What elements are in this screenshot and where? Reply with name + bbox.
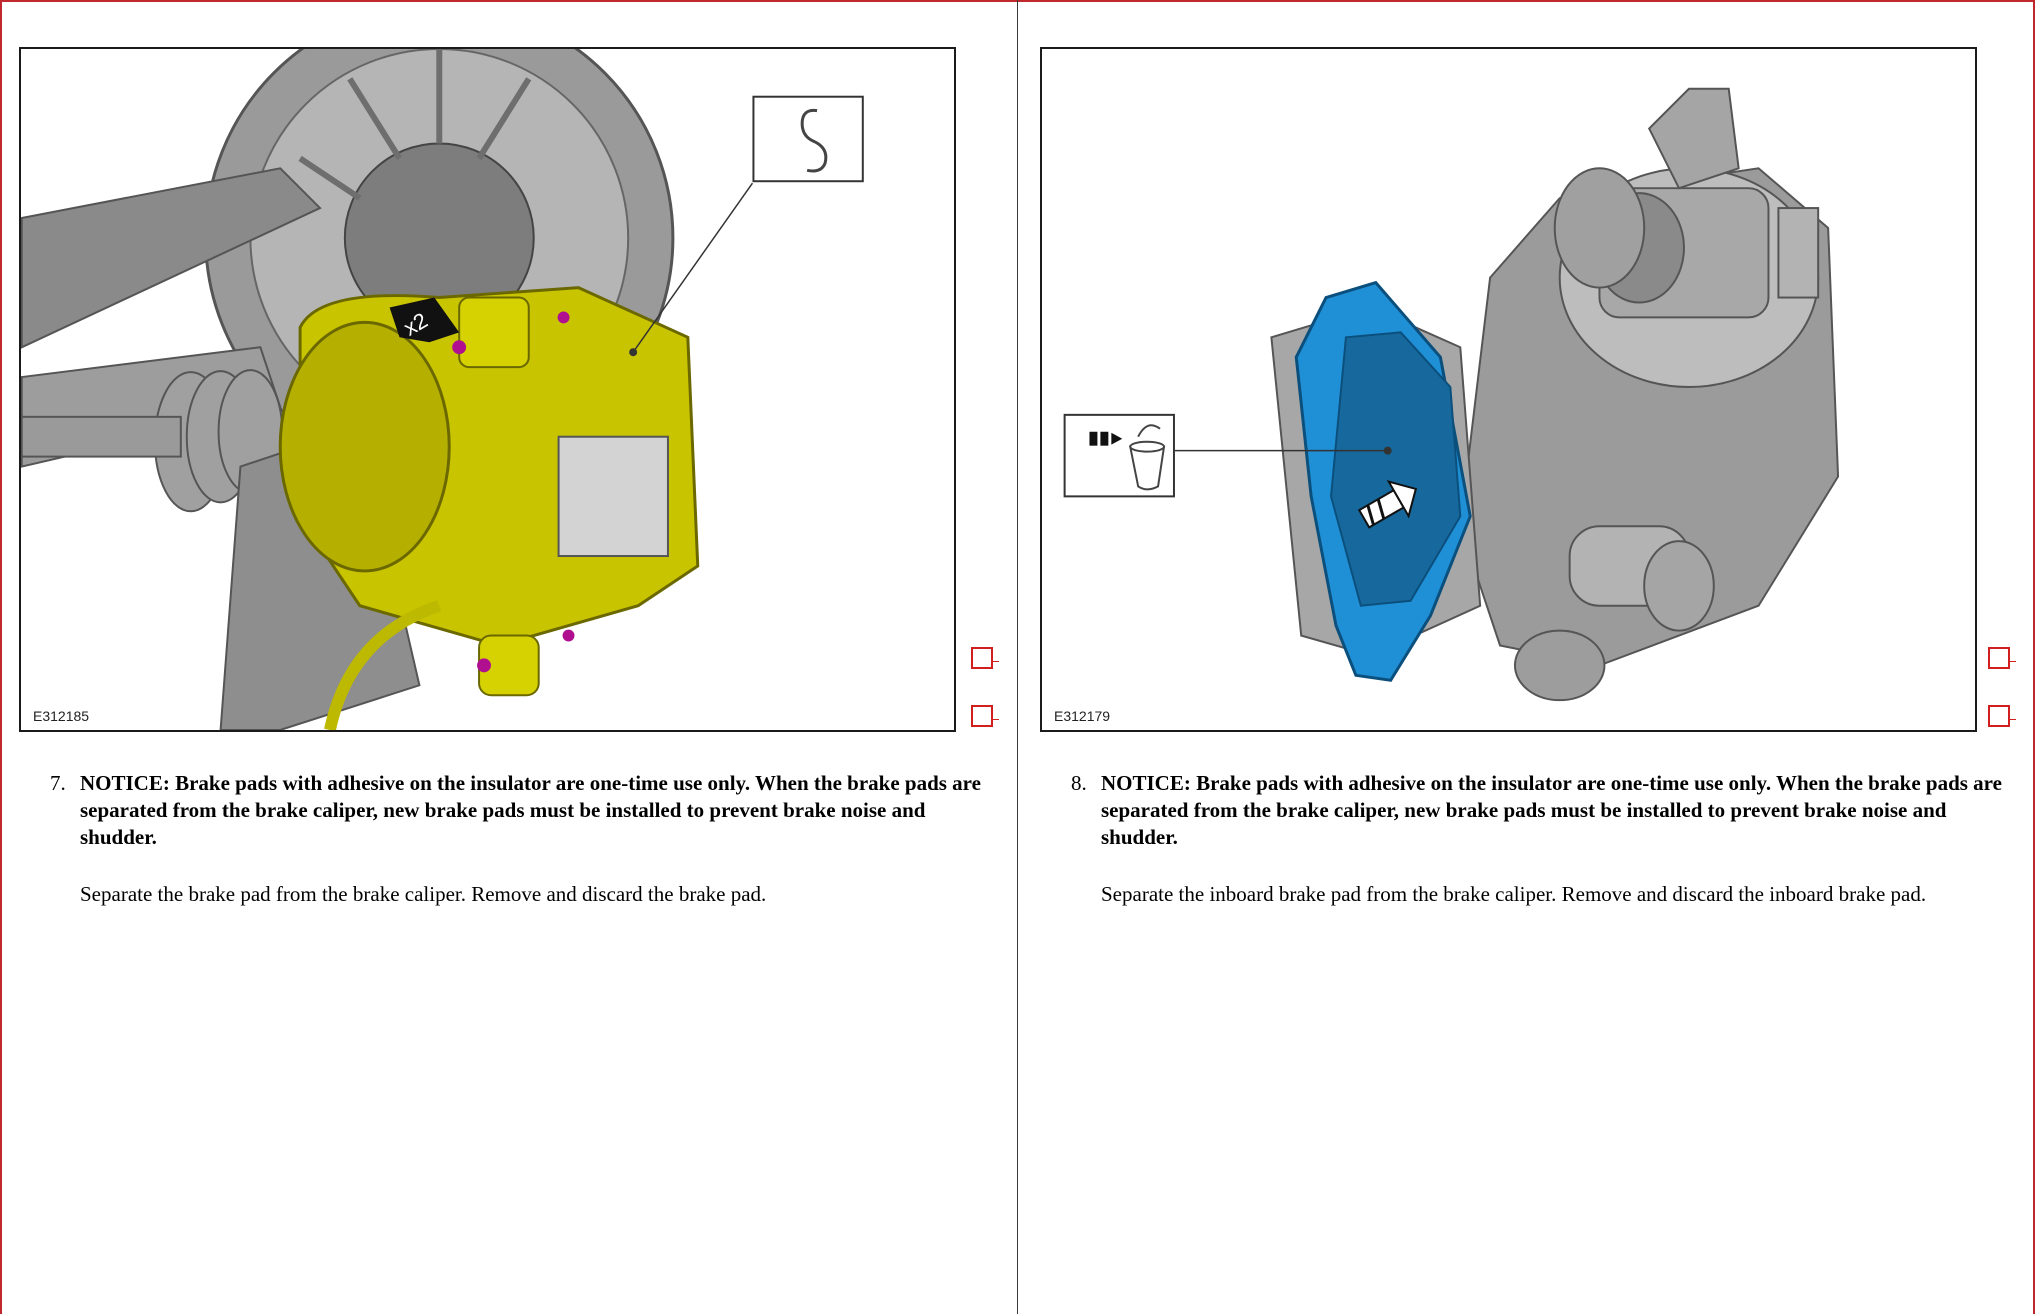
s-hook-icon xyxy=(752,95,864,183)
checkbox-step-8b[interactable] xyxy=(1988,705,2016,727)
notice-text: NOTICE: Brake pads with adhesive on the … xyxy=(1101,771,2002,849)
figure-code: E312179 xyxy=(1052,708,1113,724)
figure-caliper-removal: x2 E312185 xyxy=(19,47,956,732)
manual-page-left: x2 E312185 7. NOTICE: Brake pads with ad… xyxy=(0,0,1017,1314)
step-number: 8. xyxy=(1071,771,1087,795)
manual-page-right: E312179 8. NOTICE: Brake pads with adhes… xyxy=(1018,0,2035,1314)
figure-inboard-pad-removal: E312179 xyxy=(1040,47,1977,732)
procedure-step-7: 7. NOTICE: Brake pads with adhesive on t… xyxy=(42,770,992,908)
brake-pad-illustration xyxy=(1063,87,1840,702)
checkbox-step-7a[interactable] xyxy=(971,647,999,669)
checkbox-step-7b[interactable] xyxy=(971,705,999,727)
figure-code: E312185 xyxy=(31,708,92,724)
checkbox-step-8a[interactable] xyxy=(1988,647,2016,669)
caliper-illustration: x2 xyxy=(21,49,864,730)
discard-bin-icon xyxy=(1063,413,1175,498)
instruction-text: Separate the brake pad from the brake ca… xyxy=(80,882,767,906)
procedure-step-8: 8. NOTICE: Brake pads with adhesive on t… xyxy=(1063,770,2013,908)
notice-text: NOTICE: Brake pads with adhesive on the … xyxy=(80,771,981,849)
step-number: 7. xyxy=(50,771,66,795)
instruction-text: Separate the inboard brake pad from the … xyxy=(1101,882,1927,906)
